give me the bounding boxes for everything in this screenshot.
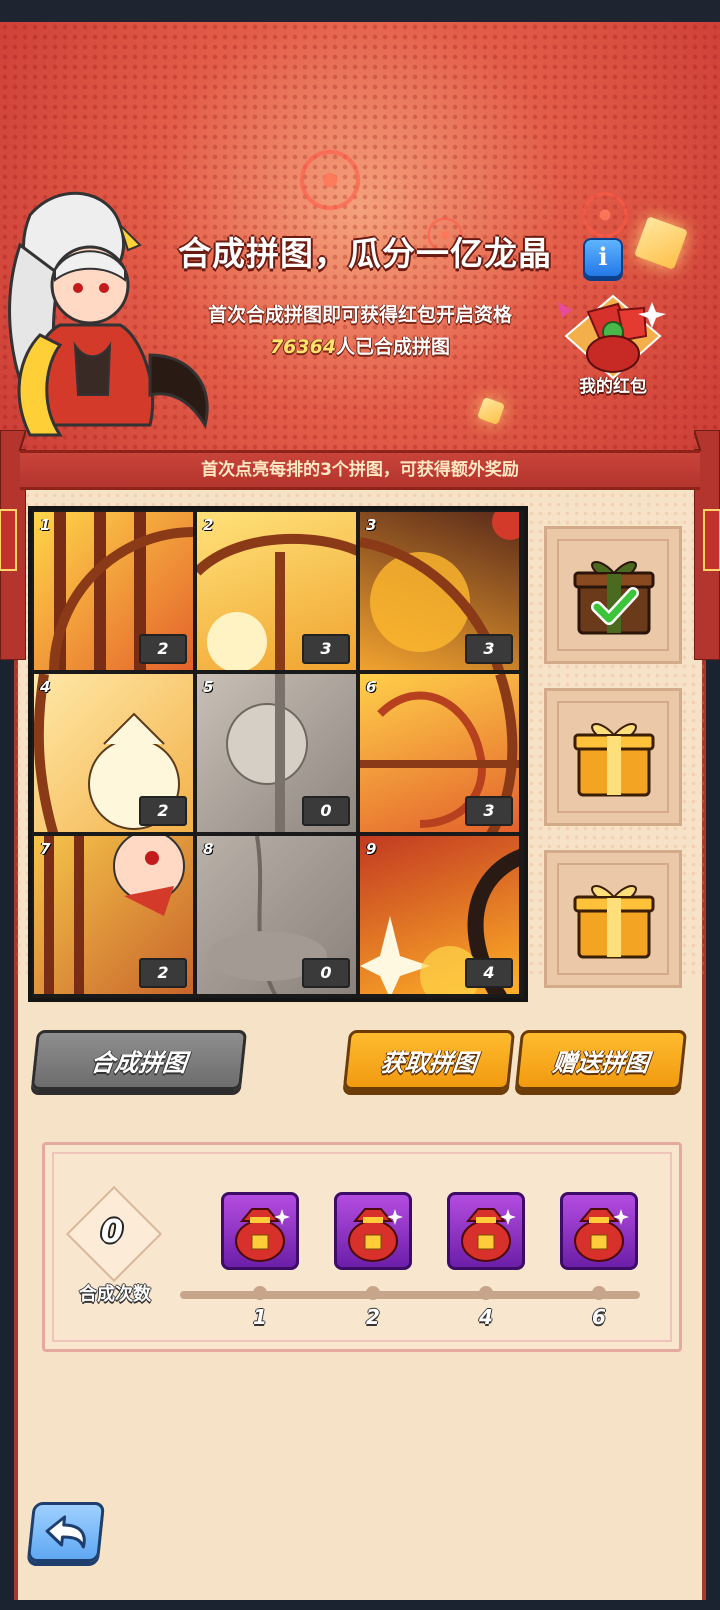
lucky-bag-icon [348, 1208, 403, 1262]
milestone-dot [592, 1286, 606, 1300]
combine-puzzle-button[interactable]: 合成拼图 [30, 1030, 248, 1090]
gift-box-icon [573, 885, 655, 959]
piece-index: 6 [366, 678, 377, 696]
puzzle-piece-9[interactable]: 9 4 [358, 834, 521, 996]
milestone-reward-2[interactable] [334, 1192, 412, 1270]
puzzle-piece-2[interactable]: 2 3 [195, 510, 358, 672]
banner-text: 首次点亮每排的3个拼图，可获得额外奖励 [201, 460, 519, 480]
info-button[interactable]: i [583, 238, 623, 278]
row-reward-2[interactable] [544, 688, 682, 826]
milestone-label-1: 1 [253, 1305, 267, 1329]
milestone-dot [366, 1286, 380, 1300]
piece-count-badge: 0 [302, 796, 350, 826]
puzzle-piece-4[interactable]: 4 2 [32, 672, 195, 834]
red-packet-icon [558, 294, 666, 380]
participant-count: 76364人已合成拼图 [150, 332, 570, 359]
piece-count-badge: 2 [139, 634, 187, 664]
gift-box-icon [573, 723, 655, 797]
back-button[interactable] [26, 1502, 106, 1562]
milestone-label-3: 4 [479, 1305, 493, 1329]
milestone-dot [253, 1286, 267, 1300]
combine-count-value: 0 [100, 1212, 124, 1250]
milestone-label-2: 2 [366, 1305, 380, 1329]
piece-count-badge: 0 [302, 958, 350, 988]
lucky-bag-icon [461, 1208, 516, 1262]
puzzle-piece-3[interactable]: 3 3 [358, 510, 521, 672]
give-puzzle-button[interactable]: 赠送拼图 [514, 1030, 688, 1090]
bottom-bar [0, 1600, 720, 1610]
get-puzzle-button[interactable]: 获取拼图 [342, 1030, 516, 1090]
participant-count-suffix: 人已合成拼图 [336, 336, 451, 358]
piece-index: 9 [366, 840, 377, 858]
piece-count-badge: 2 [139, 796, 187, 826]
milestone-reward-1[interactable] [221, 1192, 299, 1270]
piece-index: 1 [40, 516, 51, 534]
progress-track [180, 1291, 640, 1299]
piece-count-badge: 3 [465, 796, 513, 826]
puzzle-board: 1 2 2 3 3 3 4 2 5 0 6 3 7 2 8 0 9 4 [28, 506, 528, 1002]
row-reward-1[interactable] [544, 526, 682, 664]
puzzle-piece-6[interactable]: 6 3 [358, 672, 521, 834]
puzzle-piece-1[interactable]: 1 2 [32, 510, 195, 672]
milestone-reward-4[interactable] [560, 1192, 638, 1270]
back-arrow-icon [45, 1515, 86, 1549]
piece-index: 3 [366, 516, 377, 534]
piece-index: 4 [40, 678, 51, 696]
puzzle-piece-5[interactable]: 5 0 [195, 672, 358, 834]
puzzle-piece-8[interactable]: 8 0 [195, 834, 358, 996]
my-red-packet-label: 我的红包 [579, 377, 647, 397]
milestone-reward-3[interactable] [447, 1192, 525, 1270]
status-bar [0, 0, 720, 22]
lucky-bag-icon [574, 1208, 629, 1262]
milestone-dot [479, 1286, 493, 1300]
row-reward-3[interactable] [544, 850, 682, 988]
event-subtitle: 首次合成拼图即可获得红包开启资格 [207, 304, 512, 326]
piece-count-badge: 3 [465, 634, 513, 664]
my-red-packet-button[interactable]: 我的红包 [548, 292, 678, 404]
participant-count-number: 76364 [269, 336, 337, 358]
firework-decoration [270, 120, 390, 240]
piece-count-badge: 3 [302, 634, 350, 664]
piece-index: 7 [40, 840, 51, 858]
piece-index: 2 [203, 516, 214, 534]
piece-index: 5 [203, 678, 214, 696]
milestone-label-4: 6 [592, 1305, 606, 1329]
piece-count-badge: 4 [465, 958, 513, 988]
gift-box-claimed-icon [573, 561, 655, 635]
page-title: 合成拼图，瓜分一亿龙晶 [178, 234, 552, 273]
combine-count-label: 合成次数 [79, 1284, 151, 1305]
piece-index: 8 [203, 840, 214, 858]
piece-count-badge: 2 [139, 958, 187, 988]
puzzle-piece-7[interactable]: 7 2 [32, 834, 195, 996]
lucky-bag-icon [235, 1208, 290, 1262]
